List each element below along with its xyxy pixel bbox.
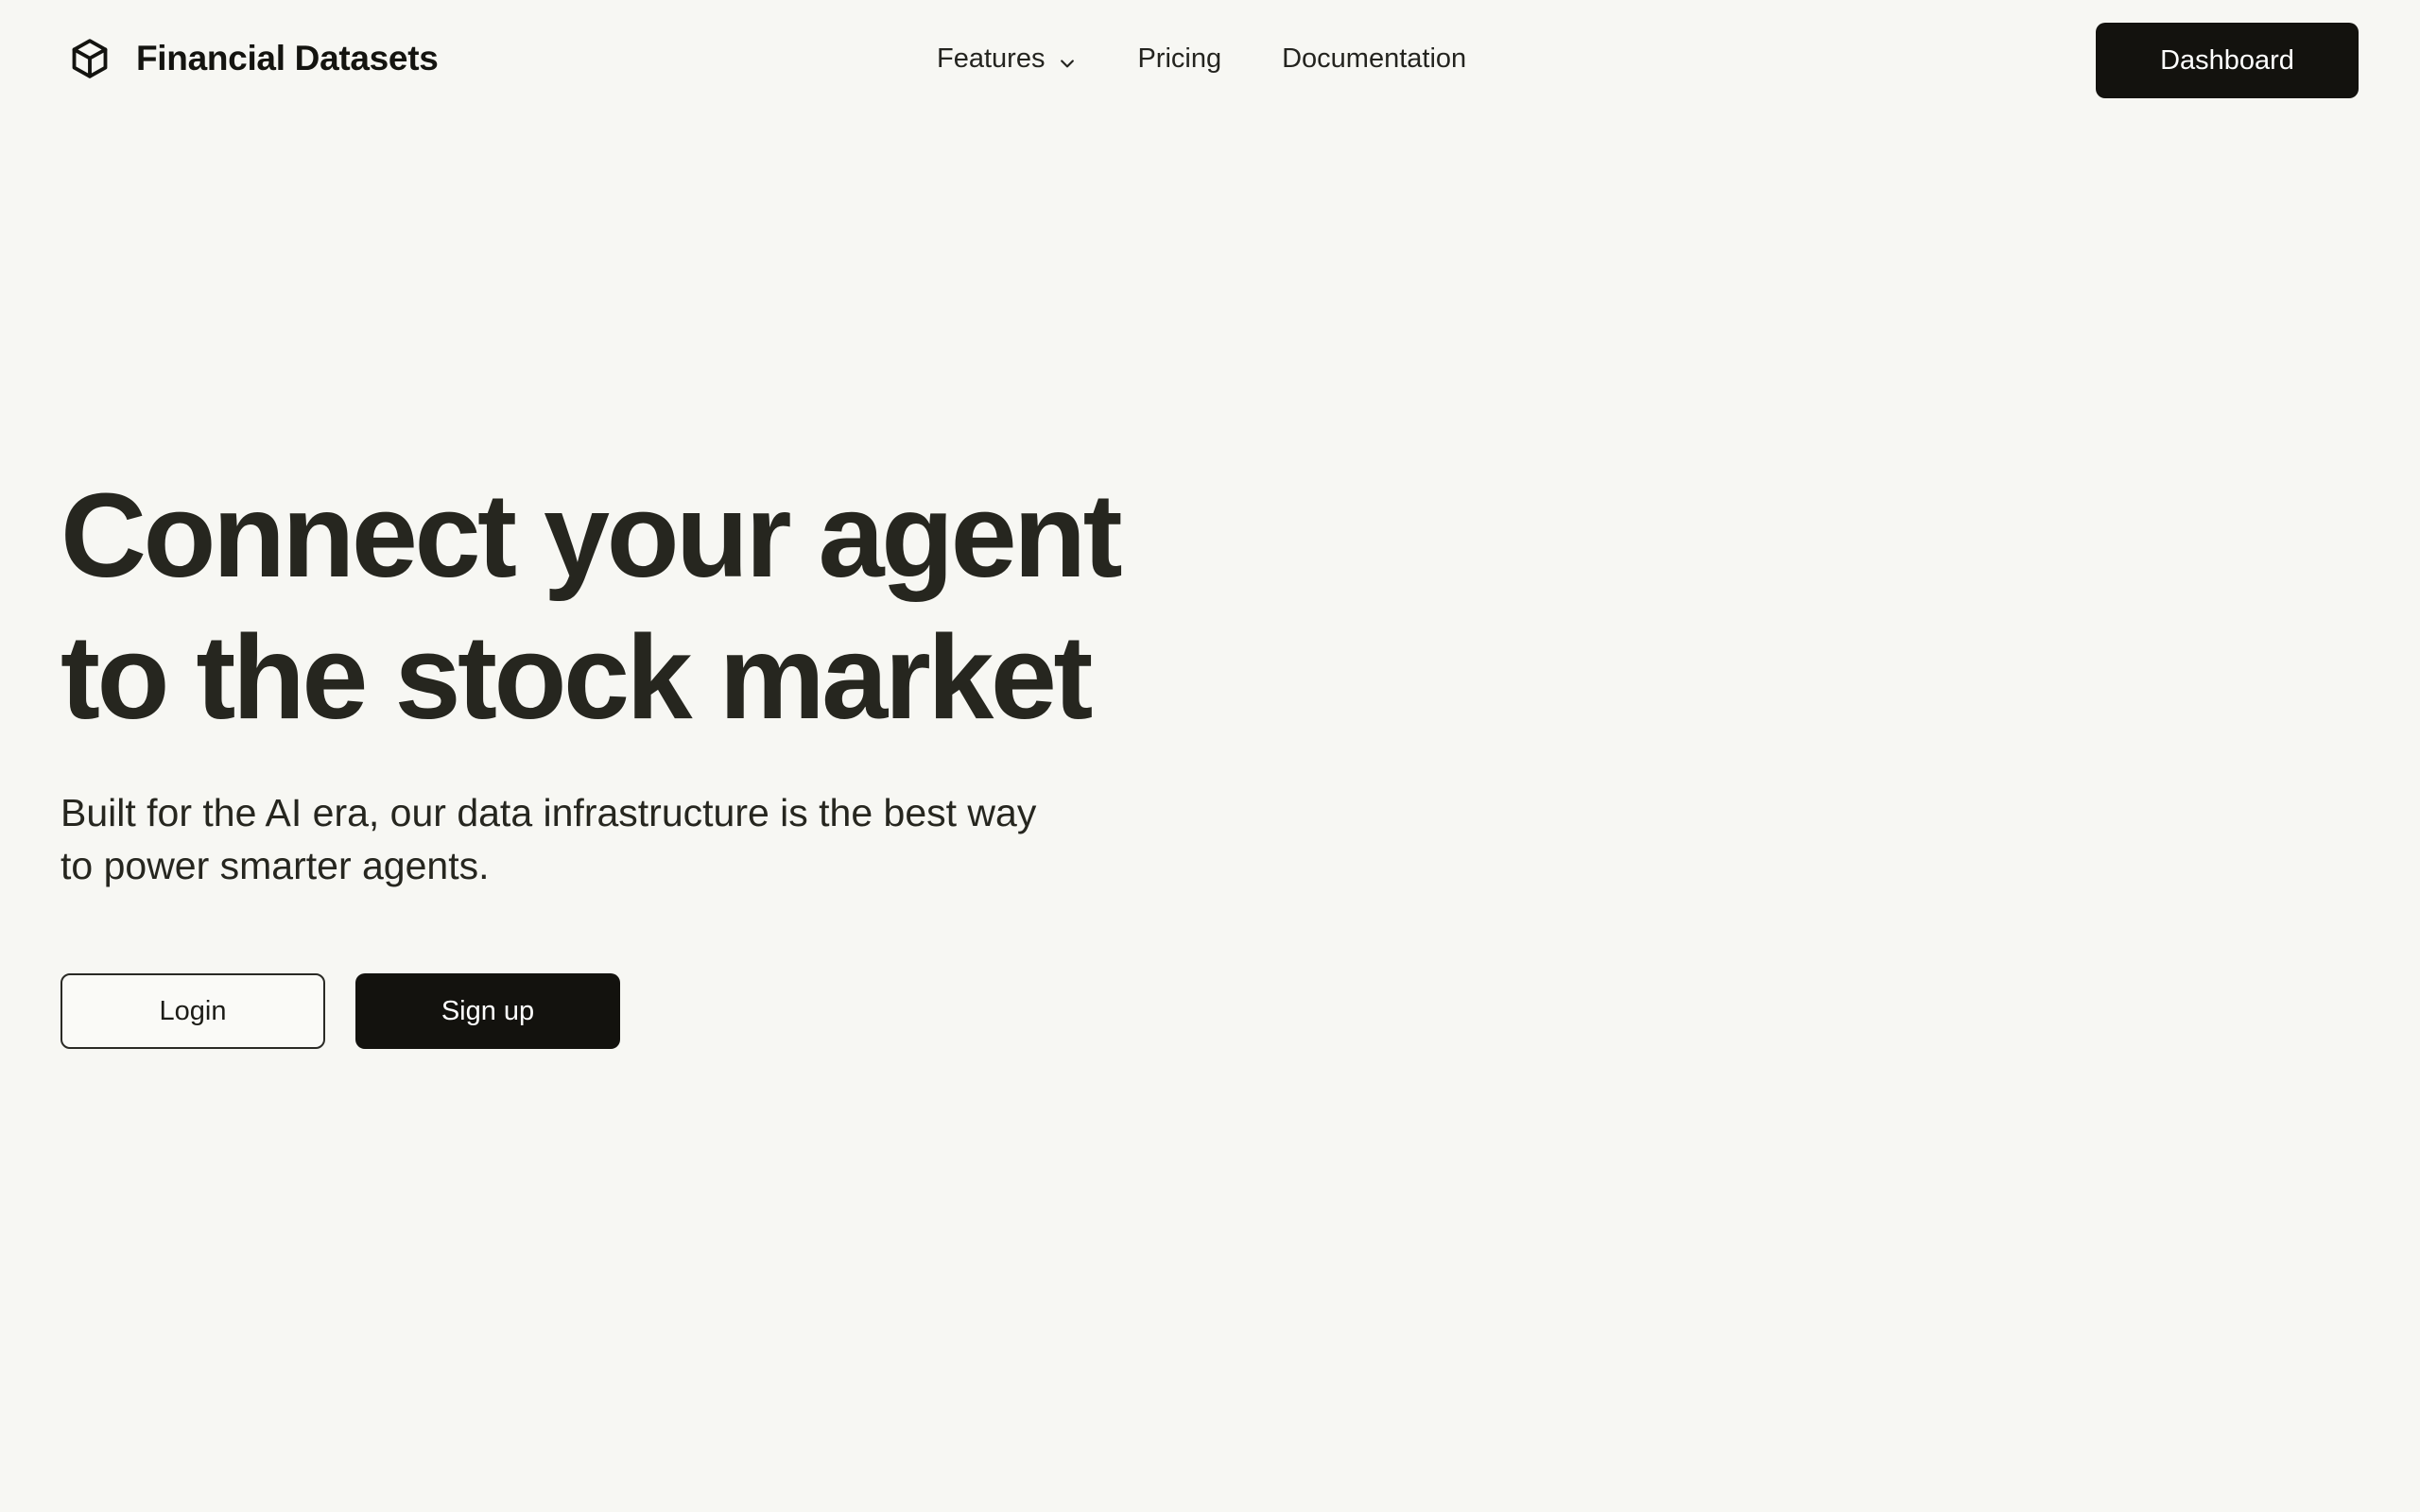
site-header: Financial Datasets Features Pricing Docu… [0, 0, 2420, 117]
login-button[interactable]: Login [60, 973, 325, 1049]
hero-section: Connect your agent to the stock market B… [60, 465, 1233, 892]
brand-logo-link[interactable]: Financial Datasets [68, 36, 439, 81]
hero-subtitle: Built for the AI era, our data infrastru… [60, 786, 1119, 892]
landing-page: Financial Datasets Features Pricing Docu… [0, 0, 2420, 1512]
chevron-down-icon [1058, 49, 1077, 68]
signup-button[interactable]: Sign up [355, 973, 620, 1049]
nav-item-documentation[interactable]: Documentation [1282, 43, 1466, 75]
hero-title: Connect your agent to the stock market [60, 465, 1233, 748]
nav-item-features-label: Features [937, 43, 1046, 74]
main-nav: Features Pricing Documentation [937, 36, 1466, 81]
nav-item-pricing[interactable]: Pricing [1137, 43, 1221, 75]
dashboard-button[interactable]: Dashboard [2096, 23, 2359, 98]
nav-item-features[interactable]: Features [937, 43, 1077, 75]
hero-subtitle-line-1: Built for the AI era, our data infrastru… [60, 791, 1037, 834]
hero-subtitle-line-2: to power smarter agents. [60, 844, 490, 887]
cube-icon [68, 37, 112, 80]
hero-title-line-1: Connect your agent [60, 469, 1123, 602]
hero-title-line-2: to the stock market [60, 610, 1093, 744]
hero-actions: Login Sign up [60, 973, 620, 1049]
brand-name: Financial Datasets [136, 39, 439, 77]
